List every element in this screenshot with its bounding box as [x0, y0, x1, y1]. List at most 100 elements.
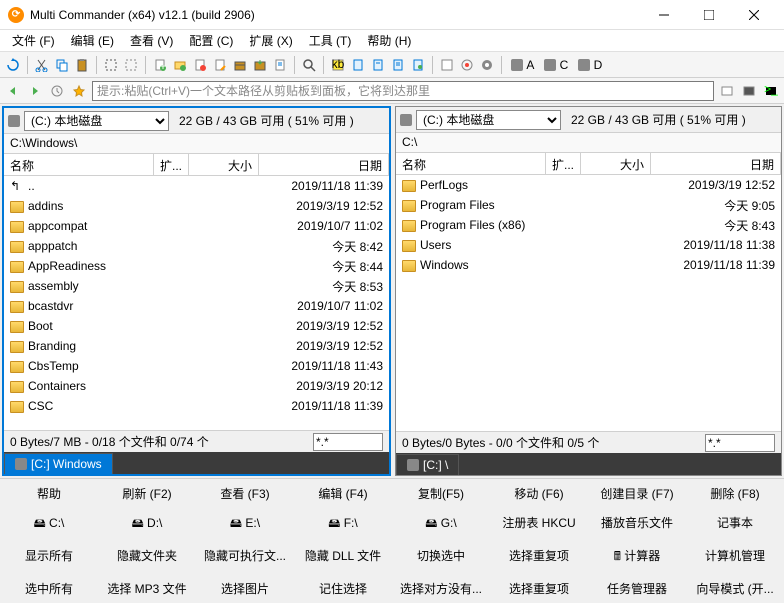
- favorites-icon[interactable]: [70, 82, 88, 100]
- bottom-button[interactable]: 向导模式 (开...: [686, 574, 784, 603]
- bottom-button[interactable]: 创建目录 (F7): [588, 479, 686, 508]
- bottom-button[interactable]: 🖴 F:\: [294, 508, 392, 541]
- address-input[interactable]: [92, 81, 714, 101]
- left-path[interactable]: C:\Windows\: [4, 134, 389, 154]
- copy-icon[interactable]: [53, 56, 71, 74]
- left-tab[interactable]: [C:] Windows: [4, 453, 113, 474]
- bottom-button[interactable]: 移动 (F6): [490, 479, 588, 508]
- menu-item[interactable]: 帮助 (H): [359, 30, 419, 51]
- right-filter-input[interactable]: [705, 434, 775, 452]
- delete-icon[interactable]: [191, 56, 209, 74]
- file-row[interactable]: Windows2019/11/18 11:39: [396, 255, 781, 275]
- right-tab[interactable]: [C:] \: [396, 454, 459, 475]
- col-date[interactable]: 日期: [651, 153, 781, 174]
- bottom-button[interactable]: 选择对方没有...: [392, 574, 490, 603]
- bottom-button[interactable]: 记事本: [686, 508, 784, 541]
- file-row[interactable]: Containers2019/3/19 20:12: [4, 376, 389, 396]
- file-row[interactable]: PerfLogs2019/3/19 12:52: [396, 175, 781, 195]
- rename-icon[interactable]: [211, 56, 229, 74]
- right-path[interactable]: C:\: [396, 133, 781, 153]
- bottom-button[interactable]: 🖴 D:\: [98, 508, 196, 541]
- file-row[interactable]: ↰..2019/11/18 11:39: [4, 176, 389, 196]
- properties-icon[interactable]: [271, 56, 289, 74]
- drive-a-icon[interactable]: A: [507, 56, 538, 74]
- file-row[interactable]: AppReadiness今天 8:44: [4, 256, 389, 276]
- select-icon[interactable]: [102, 56, 120, 74]
- file-row[interactable]: addins2019/3/19 12:52: [4, 196, 389, 216]
- bottom-button[interactable]: 隐藏可执行文...: [196, 541, 294, 574]
- cut-icon[interactable]: [33, 56, 51, 74]
- view1-icon[interactable]: [438, 56, 456, 74]
- left-filter-input[interactable]: [313, 433, 383, 451]
- menu-item[interactable]: 扩展 (X): [241, 30, 300, 51]
- col-ext[interactable]: 扩...: [154, 154, 189, 175]
- view2-icon[interactable]: [458, 56, 476, 74]
- left-list[interactable]: ↰..2019/11/18 11:39addins2019/3/19 12:52…: [4, 176, 389, 430]
- bottom-button[interactable]: 复制(F5): [392, 479, 490, 508]
- bottom-button[interactable]: 注册表 HKCU: [490, 508, 588, 541]
- file-row[interactable]: assembly今天 8:53: [4, 276, 389, 296]
- file-row[interactable]: CSC2019/11/18 11:39: [4, 396, 389, 416]
- paste-icon[interactable]: [73, 56, 91, 74]
- nav2-icon[interactable]: [740, 82, 758, 100]
- file-row[interactable]: appcompat2019/10/7 11:02: [4, 216, 389, 236]
- col-date[interactable]: 日期: [259, 154, 389, 175]
- col-name[interactable]: 名称: [396, 153, 546, 174]
- bottom-button[interactable]: 帮助: [0, 479, 98, 508]
- bottom-button[interactable]: 🖩 计算器: [588, 541, 686, 574]
- forward-icon[interactable]: [26, 82, 44, 100]
- copy1-icon[interactable]: [349, 56, 367, 74]
- bottom-button[interactable]: 任务管理器: [588, 574, 686, 603]
- file-row[interactable]: Program Files今天 9:05: [396, 195, 781, 215]
- menu-item[interactable]: 配置 (C): [181, 30, 241, 51]
- file-row[interactable]: apppatch今天 8:42: [4, 236, 389, 256]
- file-row[interactable]: Program Files (x86)今天 8:43: [396, 215, 781, 235]
- bottom-button[interactable]: 播放音乐文件: [588, 508, 686, 541]
- bottom-button[interactable]: 选择 MP3 文件: [98, 574, 196, 603]
- bottom-button[interactable]: 刷新 (F2): [98, 479, 196, 508]
- drive-d-icon[interactable]: D: [574, 56, 606, 74]
- copy4-icon[interactable]: [409, 56, 427, 74]
- menu-item[interactable]: 文件 (F): [4, 30, 63, 51]
- file-row[interactable]: CbsTemp2019/11/18 11:43: [4, 356, 389, 376]
- bottom-button[interactable]: 选择重复项: [490, 574, 588, 603]
- col-size[interactable]: 大小: [189, 154, 259, 175]
- close-button[interactable]: [731, 0, 776, 30]
- menu-item[interactable]: 查看 (V): [122, 30, 181, 51]
- minimize-button[interactable]: [641, 0, 686, 30]
- settings-icon[interactable]: [478, 56, 496, 74]
- col-ext[interactable]: 扩...: [546, 153, 581, 174]
- bottom-button[interactable]: 切换选中: [392, 541, 490, 574]
- copy2-icon[interactable]: [369, 56, 387, 74]
- bottom-button[interactable]: 选择重复项: [490, 541, 588, 574]
- bottom-button[interactable]: 显示所有: [0, 541, 98, 574]
- bottom-button[interactable]: 🖴 G:\: [392, 508, 490, 541]
- deselect-icon[interactable]: [122, 56, 140, 74]
- size-icon[interactable]: kb: [329, 56, 347, 74]
- newfolder-icon[interactable]: [171, 56, 189, 74]
- file-row[interactable]: Boot2019/3/19 12:52: [4, 316, 389, 336]
- col-size[interactable]: 大小: [581, 153, 651, 174]
- unpack-icon[interactable]: [251, 56, 269, 74]
- bottom-button[interactable]: 选择图片: [196, 574, 294, 603]
- bottom-button[interactable]: 编辑 (F4): [294, 479, 392, 508]
- bottom-button[interactable]: 隐藏文件夹: [98, 541, 196, 574]
- bottom-button[interactable]: 🖴 E:\: [196, 508, 294, 541]
- nav3-icon[interactable]: >_: [762, 82, 780, 100]
- maximize-button[interactable]: [686, 0, 731, 30]
- refresh-icon[interactable]: [4, 56, 22, 74]
- bottom-button[interactable]: 记住选择: [294, 574, 392, 603]
- newfile-icon[interactable]: +: [151, 56, 169, 74]
- copy3-icon[interactable]: [389, 56, 407, 74]
- file-row[interactable]: Users2019/11/18 11:38: [396, 235, 781, 255]
- col-name[interactable]: 名称: [4, 154, 154, 175]
- file-row[interactable]: bcastdvr2019/10/7 11:02: [4, 296, 389, 316]
- search-icon[interactable]: [300, 56, 318, 74]
- bottom-button[interactable]: 删除 (F8): [686, 479, 784, 508]
- bottom-button[interactable]: 🖴 C:\: [0, 508, 98, 541]
- nav1-icon[interactable]: [718, 82, 736, 100]
- bottom-button[interactable]: 查看 (F3): [196, 479, 294, 508]
- bottom-button[interactable]: 计算机管理: [686, 541, 784, 574]
- back-icon[interactable]: [4, 82, 22, 100]
- left-drive-select[interactable]: (C:) 本地磁盘: [24, 111, 169, 131]
